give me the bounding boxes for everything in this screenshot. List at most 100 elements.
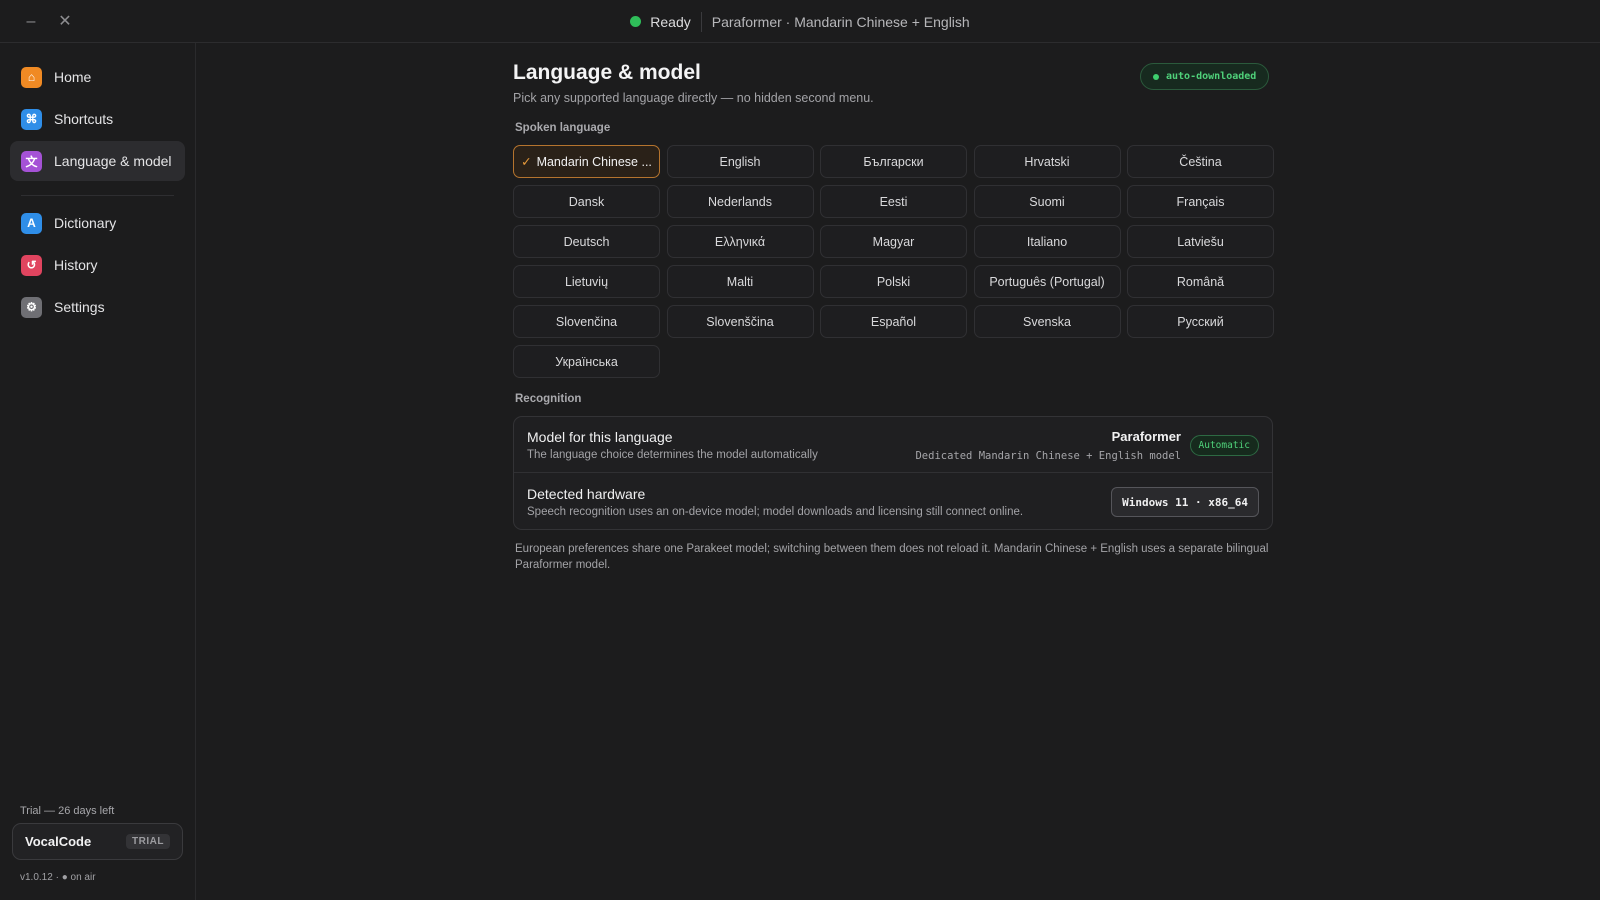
language-option[interactable]: Français	[1127, 185, 1274, 218]
sidebar-item-label: Shortcuts	[54, 111, 114, 127]
sidebar-item-label: Home	[54, 69, 92, 85]
model-row-title: Model for this language	[527, 429, 673, 445]
sidebar: ⌂ Home ⌘ Shortcuts 文 Language & model A …	[0, 43, 196, 900]
language-option-label: Eesti	[879, 194, 908, 209]
language-option-label: Slovenčina	[555, 314, 618, 329]
recognition-label: Recognition	[515, 393, 582, 405]
sidebar-item-settings[interactable]: ⚙ Settings	[10, 287, 185, 327]
language-option[interactable]: Ελληνικά	[666, 225, 814, 258]
status-dot-icon	[1153, 73, 1159, 80]
hardware-row: Detected hardware Speech recognition use…	[514, 474, 1272, 530]
hardware-row-description: Speech recognition uses an on-device mod…	[527, 506, 1024, 518]
language-option-label: Українська	[555, 354, 618, 369]
language-option-label: Latviešu	[1177, 234, 1224, 249]
language-option[interactable]: Deutsch	[513, 225, 660, 258]
language-option-label: Svenska	[1023, 314, 1071, 329]
page-title: Language & model	[513, 61, 701, 84]
sidebar-item-home[interactable]: ⌂ Home	[10, 57, 185, 97]
auto-downloaded-label: auto-downloaded	[1166, 71, 1257, 82]
language-option[interactable]: Dansk	[513, 185, 660, 218]
dictionary-icon: A	[21, 212, 42, 234]
version-status: v1.0.12 · ● on air	[20, 872, 96, 883]
language-option[interactable]: Español	[820, 305, 967, 338]
model-row-description: The language choice determines the model…	[527, 449, 818, 461]
language-option-label: Български	[863, 154, 924, 169]
model-name: Paraformer	[1111, 429, 1181, 444]
language-option[interactable]: Suomi	[973, 185, 1121, 218]
sidebar-item-history[interactable]: ↺ History	[10, 245, 185, 285]
language-option[interactable]: Hrvatski	[973, 145, 1121, 178]
language-option-label: Português (Portugal)	[989, 274, 1105, 289]
active-model-summary: Paraformer · Mandarin Chinese + English	[711, 13, 970, 30]
language-option-label: Magyar	[872, 234, 915, 249]
language-option-label: Română	[1176, 274, 1225, 289]
hardware-badge: Windows 11 · x86_64	[1111, 487, 1259, 517]
language-option-label: Italiano	[1026, 234, 1068, 249]
spoken-language-label: Spoken language	[515, 122, 611, 134]
trial-badge: TRIAL	[126, 834, 170, 849]
title-status: Ready Paraformer · Mandarin Chinese + En…	[0, 0, 1600, 43]
translate-icon: 文	[21, 150, 42, 172]
language-option-label: Malti	[726, 274, 754, 289]
auto-downloaded-badge: auto-downloaded	[1140, 63, 1270, 90]
language-option-label: English	[719, 154, 761, 169]
brand-name: VocalCode	[25, 834, 92, 849]
language-option-label: Nederlands	[708, 194, 772, 209]
title-separator	[700, 11, 702, 32]
language-option[interactable]: Português (Portugal)	[973, 265, 1121, 298]
language-option-label: Español	[870, 314, 917, 329]
language-option-label: Français	[1176, 194, 1225, 209]
history-icon: ↺	[21, 254, 42, 276]
title-bar: – ✕ Ready Paraformer · Mandarin Chinese …	[0, 0, 1600, 43]
language-option-label: Русский	[1177, 314, 1224, 329]
sidebar-item-shortcuts[interactable]: ⌘ Shortcuts	[10, 99, 185, 139]
language-option[interactable]: Svenska	[973, 305, 1121, 338]
language-option[interactable]: ✓ Mandarin Chinese ...	[513, 145, 660, 178]
language-option-label: Mandarin Chinese ...	[536, 154, 652, 169]
command-icon: ⌘	[21, 108, 42, 130]
status-dot-icon	[630, 16, 642, 27]
language-option[interactable]: Čeština	[1127, 145, 1274, 178]
hardware-row-title: Detected hardware	[527, 486, 646, 502]
home-icon: ⌂	[21, 66, 42, 88]
sidebar-item-label: Dictionary	[54, 215, 117, 231]
language-option[interactable]: Nederlands	[666, 185, 814, 218]
language-option[interactable]: Slovenščina	[666, 305, 814, 338]
model-description: Dedicated Mandarin Chinese + English mod…	[915, 450, 1181, 462]
language-option[interactable]: Slovenčina	[513, 305, 660, 338]
language-option-label: Ελληνικά	[714, 234, 766, 249]
language-option[interactable]: English	[666, 145, 814, 178]
automatic-badge: Automatic	[1189, 435, 1259, 456]
language-option[interactable]: Українська	[513, 345, 660, 378]
account-card[interactable]: VocalCode TRIAL	[12, 823, 183, 860]
gear-icon: ⚙	[21, 296, 42, 318]
model-footnote: European preferences share one Parakeet …	[515, 543, 1269, 571]
language-option[interactable]: Български	[820, 145, 967, 178]
sidebar-item-language-model[interactable]: 文 Language & model	[10, 141, 185, 181]
checkmark-icon: ✓	[521, 155, 532, 169]
language-option-label: Slovenščina	[706, 314, 774, 329]
language-option[interactable]: Latviešu	[1127, 225, 1274, 258]
language-option-label: Suomi	[1029, 194, 1065, 209]
language-option[interactable]: Magyar	[820, 225, 967, 258]
sidebar-divider	[21, 195, 174, 196]
language-option[interactable]: Malti	[666, 265, 814, 298]
language-option-label: Polski	[876, 274, 911, 289]
language-option-label: Lietuvių	[564, 274, 609, 289]
page-subtitle: Pick any supported language directly — n…	[513, 91, 874, 105]
language-option[interactable]: Lietuvių	[513, 265, 660, 298]
sidebar-item-label: Language & model	[54, 153, 172, 169]
sidebar-item-label: History	[54, 257, 98, 273]
language-option[interactable]: Italiano	[973, 225, 1121, 258]
model-row: Model for this language The language cho…	[514, 417, 1272, 473]
language-option-label: Deutsch	[563, 234, 610, 249]
trial-remaining: Trial — 26 days left	[20, 805, 115, 817]
status-text: Ready	[650, 13, 691, 30]
sidebar-item-label: Settings	[54, 299, 105, 315]
language-option[interactable]: Română	[1127, 265, 1274, 298]
language-option[interactable]: Русский	[1127, 305, 1274, 338]
sidebar-item-dictionary[interactable]: A Dictionary	[10, 203, 185, 243]
language-option-label: Čeština	[1179, 154, 1222, 169]
language-option[interactable]: Eesti	[820, 185, 967, 218]
language-option[interactable]: Polski	[820, 265, 967, 298]
